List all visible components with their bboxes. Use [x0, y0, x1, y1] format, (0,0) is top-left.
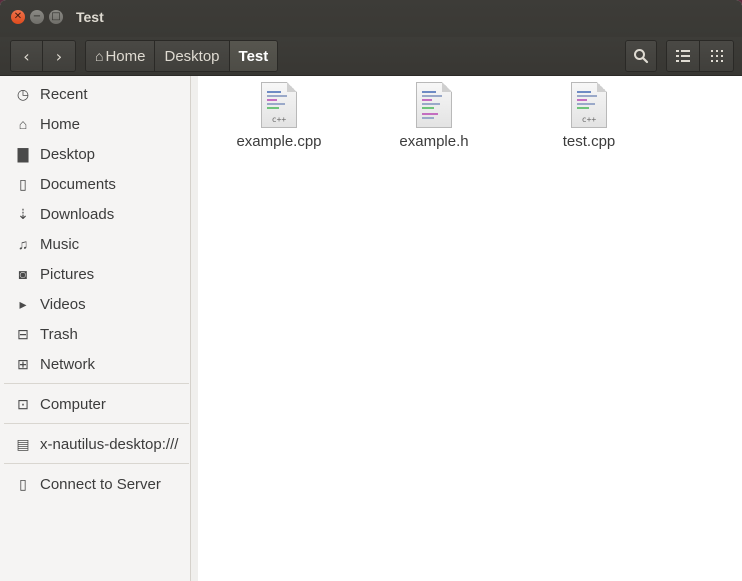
clock-icon: ◷ [16, 85, 30, 102]
sidebar-item-music[interactable]: ♫ Music [0, 230, 190, 258]
breadcrumb-label: Home [105, 47, 146, 65]
folder-icon: ▇ [17, 145, 29, 162]
sidebar-item-desktop-uri[interactable]: ▤ x-nautilus-desktop:/// [0, 430, 190, 458]
document-icon: ▯ [19, 175, 27, 192]
maximize-icon: □ [51, 11, 61, 22]
sidebar-item-downloads[interactable]: ⇣ Downloads [0, 200, 190, 228]
file-manager-window: ✕ − □ Test ‹ › ⌂ Home Desktop Test ◷ Rec… [0, 0, 742, 581]
search-icon [634, 49, 649, 64]
sidebar-separator [4, 423, 189, 424]
cpp-file-icon: c++ [261, 82, 297, 128]
file-name: example.cpp [236, 133, 322, 150]
pane-divider[interactable] [191, 76, 198, 581]
sidebar-item-home[interactable]: ⌂ Home [0, 110, 190, 138]
sidebar-item-network[interactable]: ⊞ Network [0, 350, 190, 378]
view-toggle-group [666, 40, 734, 72]
forward-button[interactable]: › [43, 41, 75, 71]
sidebar-item-desktop[interactable]: ▇ Desktop [0, 140, 190, 168]
title-bar: ✕ − □ Test [0, 0, 742, 37]
sidebar-item-label: Home [40, 115, 81, 133]
sidebar-item-label: Downloads [40, 205, 115, 223]
sidebar-item-label: Music [40, 235, 80, 253]
sidebar-item-documents[interactable]: ▯ Documents [0, 170, 190, 198]
sidebar-item-recent[interactable]: ◷ Recent [0, 80, 190, 108]
computer-icon: ⊡ [17, 395, 29, 412]
trash-icon: ⊟ [17, 325, 29, 342]
search-button[interactable] [626, 41, 656, 71]
sidebar-item-connect-server[interactable]: ▯ Connect to Server [0, 470, 190, 498]
network-icon: ⊞ [17, 355, 29, 372]
cpp-file-icon: c++ [571, 82, 607, 128]
close-icon: ✕ [13, 11, 23, 22]
sidebar-item-label: Connect to Server [40, 475, 161, 493]
video-icon: ▸ [19, 295, 27, 312]
back-button[interactable]: ‹ [11, 41, 43, 71]
file-item[interactable]: example.h [369, 82, 499, 150]
sidebar-item-videos[interactable]: ▸ Videos [0, 290, 190, 318]
sidebar-separator [4, 383, 189, 384]
sidebar-item-label: Videos [40, 295, 86, 313]
file-view: c++ example.cpp example.h c++ test.cpp [198, 76, 742, 581]
file-name: test.cpp [562, 133, 616, 150]
camera-icon: ◙ [18, 266, 28, 282]
sidebar-item-label: Documents [40, 175, 116, 193]
breadcrumb-desktop[interactable]: Desktop [155, 41, 230, 71]
breadcrumb-label: Desktop [164, 47, 220, 65]
desktop-icon: ▤ [16, 435, 30, 452]
file-type-tag: c++ [271, 115, 287, 124]
header-file-icon [416, 82, 452, 128]
grid-view-icon [710, 50, 723, 62]
search-button-group [625, 40, 657, 72]
file-item[interactable]: c++ example.cpp [214, 82, 344, 150]
chevron-right-icon: › [55, 46, 63, 66]
server-icon: ▯ [19, 475, 27, 492]
music-icon: ♫ [17, 236, 29, 252]
sidebar-separator [4, 463, 189, 464]
toolbar: ‹ › ⌂ Home Desktop Test [0, 37, 742, 76]
breadcrumb: ⌂ Home Desktop Test [85, 40, 279, 72]
file-type-tag: c++ [581, 115, 597, 124]
window-title: Test [76, 9, 104, 25]
file-item[interactable]: c++ test.cpp [524, 82, 654, 150]
breadcrumb-label: Test [238, 47, 269, 65]
minimize-icon: − [32, 11, 42, 22]
home-icon: ⌂ [95, 48, 104, 64]
sidebar-item-label: Recent [40, 85, 88, 103]
download-icon: ⇣ [17, 205, 29, 222]
close-window-button[interactable]: ✕ [11, 10, 25, 24]
places-sidebar: ◷ Recent ⌂ Home ▇ Desktop ▯ Documents ⇣ … [0, 76, 191, 581]
sidebar-item-label: Pictures [40, 265, 95, 283]
sidebar-item-computer[interactable]: ⊡ Computer [0, 390, 190, 418]
sidebar-item-label: Trash [40, 325, 78, 343]
navigation-buttons: ‹ › [10, 40, 76, 72]
breadcrumb-home[interactable]: ⌂ Home [86, 41, 156, 71]
file-name: example.h [399, 133, 469, 150]
home-icon: ⌂ [18, 116, 28, 132]
sidebar-item-label: x-nautilus-desktop:/// [40, 435, 179, 453]
sidebar-item-label: Computer [40, 395, 106, 413]
breadcrumb-test[interactable]: Test [229, 41, 278, 71]
chevron-left-icon: ‹ [23, 46, 30, 66]
sidebar-item-trash[interactable]: ⊟ Trash [0, 320, 190, 348]
list-view-button[interactable] [667, 41, 700, 71]
maximize-window-button[interactable]: □ [49, 10, 63, 24]
grid-view-button[interactable] [700, 41, 733, 71]
sidebar-item-label: Network [40, 355, 96, 373]
sidebar-item-label: Desktop [40, 145, 96, 163]
list-view-icon [676, 50, 690, 62]
minimize-window-button[interactable]: − [30, 10, 44, 24]
sidebar-item-pictures[interactable]: ◙ Pictures [0, 260, 190, 288]
